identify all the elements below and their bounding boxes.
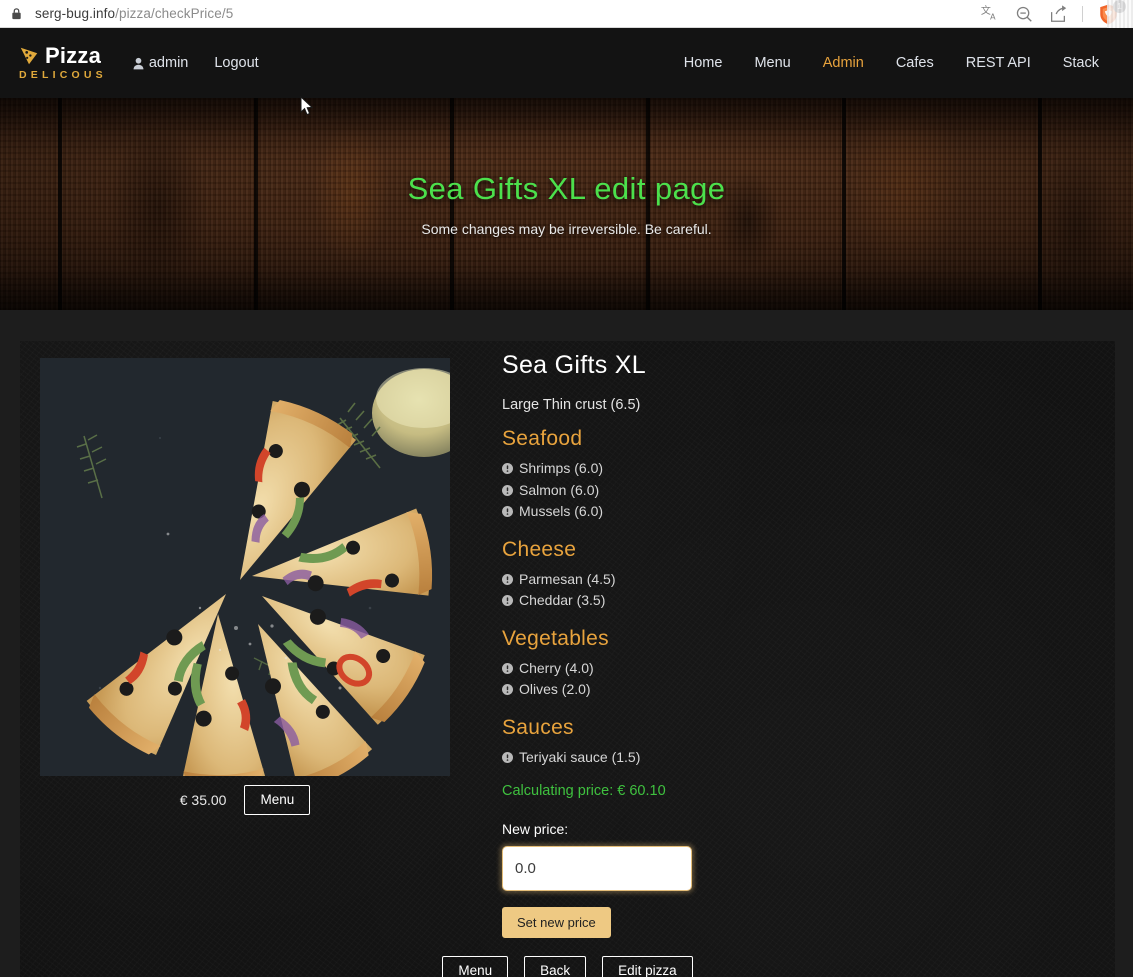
nav-link-menu[interactable]: Menu bbox=[738, 55, 806, 71]
set-new-price-button[interactable]: Set new price bbox=[502, 907, 611, 938]
user-icon bbox=[133, 57, 144, 70]
svg-text:A: A bbox=[990, 11, 996, 21]
navbar-user-label: admin bbox=[148, 55, 189, 71]
info-circle-icon bbox=[502, 751, 513, 763]
navbar-user[interactable]: admin bbox=[133, 55, 189, 71]
ingredient-label: Cherry (4.0) bbox=[519, 659, 594, 676]
lock-icon bbox=[10, 7, 23, 20]
brand-name: Pizza bbox=[45, 43, 102, 69]
pizza-crust: Large Thin crust (6.5) bbox=[502, 397, 641, 413]
nav-link-cafes[interactable]: Cafes bbox=[880, 55, 950, 71]
ingredient-list-vegetables: Cherry (4.0) Olives (2.0) bbox=[502, 658, 1062, 701]
ingredient-label: Cheddar (3.5) bbox=[519, 592, 606, 608]
list-item: Shrimps (6.0) bbox=[502, 458, 1062, 480]
info-circle-icon bbox=[502, 662, 513, 674]
ingredient-label: Mussels (6.0) bbox=[519, 503, 604, 519]
group-title-sauces: Sauces bbox=[502, 715, 574, 739]
info-circle-icon bbox=[502, 684, 513, 696]
pizza-details: Sea Gifts XL Large Thin crust (6.5) Seaf… bbox=[502, 351, 1062, 938]
ingredient-label: Salmon (6.0) bbox=[519, 481, 600, 498]
navbar-logout[interactable]: Logout bbox=[214, 55, 258, 71]
info-circle-icon bbox=[502, 573, 513, 585]
pizza-name: Sea Gifts XL bbox=[502, 351, 646, 379]
pizza-detail-card: € 35.00 Menu Sea Gifts XL Large Thin cru… bbox=[20, 341, 1115, 977]
hero-banner: Sea Gifts XL edit page Some changes may … bbox=[0, 98, 1133, 310]
brand-logo[interactable]: Pizza DELICOUS bbox=[18, 45, 107, 81]
edit-pizza-button[interactable]: Edit pizza bbox=[602, 956, 693, 977]
browser-toolbar: serg-bug.info/pizza/checkPrice/5 文 A bbox=[0, 0, 1133, 28]
list-item: Cheddar (3.5) bbox=[502, 590, 1062, 612]
url-domain: serg-bug.info bbox=[35, 6, 116, 21]
ingredient-label: Parmesan (4.5) bbox=[519, 570, 616, 587]
share-icon[interactable] bbox=[1048, 4, 1068, 24]
ingredient-label: Shrimps (6.0) bbox=[519, 460, 604, 476]
footer-actions: Menu Back Edit pizza bbox=[20, 956, 1115, 977]
info-circle-icon bbox=[502, 506, 513, 518]
chrome-edge-stub bbox=[1107, 0, 1133, 28]
ingredient-list-cheese: Parmesan (4.5) Cheddar (3.5) bbox=[502, 569, 1062, 612]
calculating-price: Calculating price: € 60.10 bbox=[502, 783, 666, 799]
pizza-slice-icon bbox=[18, 45, 40, 67]
nav-link-admin[interactable]: Admin bbox=[807, 55, 880, 71]
pizza-photo bbox=[40, 358, 450, 776]
nav-link-rest-api[interactable]: REST API bbox=[950, 55, 1047, 71]
page-subtitle: Some changes may be irreversible. Be car… bbox=[421, 221, 712, 237]
list-item: Salmon (6.0) bbox=[502, 480, 1062, 502]
back-button[interactable]: Back bbox=[524, 956, 587, 977]
info-circle-icon bbox=[502, 463, 513, 475]
list-item: Mussels (6.0) bbox=[502, 501, 1062, 523]
translate-icon[interactable]: 文 A bbox=[980, 4, 1000, 24]
list-item: Olives (2.0) bbox=[502, 679, 1062, 701]
info-circle-icon bbox=[502, 484, 513, 496]
zoom-out-icon[interactable] bbox=[1014, 4, 1034, 24]
ingredient-list-sauces: Teriyaki sauce (1.5) bbox=[502, 747, 1062, 769]
group-title-seafood: Seafood bbox=[502, 427, 583, 450]
url-path: /pizza/checkPrice/5 bbox=[115, 6, 234, 21]
list-item: Cherry (4.0) bbox=[502, 658, 1062, 680]
list-item: Parmesan (4.5) bbox=[502, 569, 1062, 591]
group-title-cheese: Cheese bbox=[502, 537, 577, 561]
menu-button-bottom[interactable]: Menu bbox=[442, 956, 509, 977]
address-bar[interactable]: serg-bug.info/pizza/checkPrice/5 bbox=[35, 6, 233, 21]
navbar-links: Home Menu Admin Cafes REST API Stack bbox=[668, 55, 1115, 71]
current-price: € 35.00 bbox=[179, 791, 227, 808]
ingredient-label: Olives (2.0) bbox=[519, 681, 591, 697]
site-navbar: Pizza DELICOUS admin Logout Home Menu Ad… bbox=[0, 28, 1133, 98]
new-price-label: New price: bbox=[502, 821, 569, 837]
toolbar-divider bbox=[1082, 5, 1083, 22]
nav-link-home[interactable]: Home bbox=[668, 55, 739, 71]
navbar-logout-label: Logout bbox=[214, 55, 259, 71]
new-price-input[interactable] bbox=[502, 846, 692, 891]
nav-link-stack[interactable]: Stack bbox=[1047, 55, 1115, 71]
page-body: Pizza DELICOUS admin Logout Home Menu Ad… bbox=[0, 28, 1133, 977]
group-title-vegetables: Vegetables bbox=[502, 626, 609, 650]
ingredient-label: Teriyaki sauce (1.5) bbox=[519, 748, 641, 765]
info-circle-icon bbox=[502, 595, 513, 607]
list-item: Teriyaki sauce (1.5) bbox=[502, 747, 1062, 769]
price-row: € 35.00 Menu bbox=[40, 785, 450, 815]
menu-button-top[interactable]: Menu bbox=[244, 785, 311, 815]
ingredient-list-seafood: Shrimps (6.0) Salmon (6.0) Mussels (6.0) bbox=[502, 458, 1062, 523]
page-title: Sea Gifts XL edit page bbox=[407, 171, 726, 206]
brand-subtitle: DELICOUS bbox=[19, 69, 107, 82]
